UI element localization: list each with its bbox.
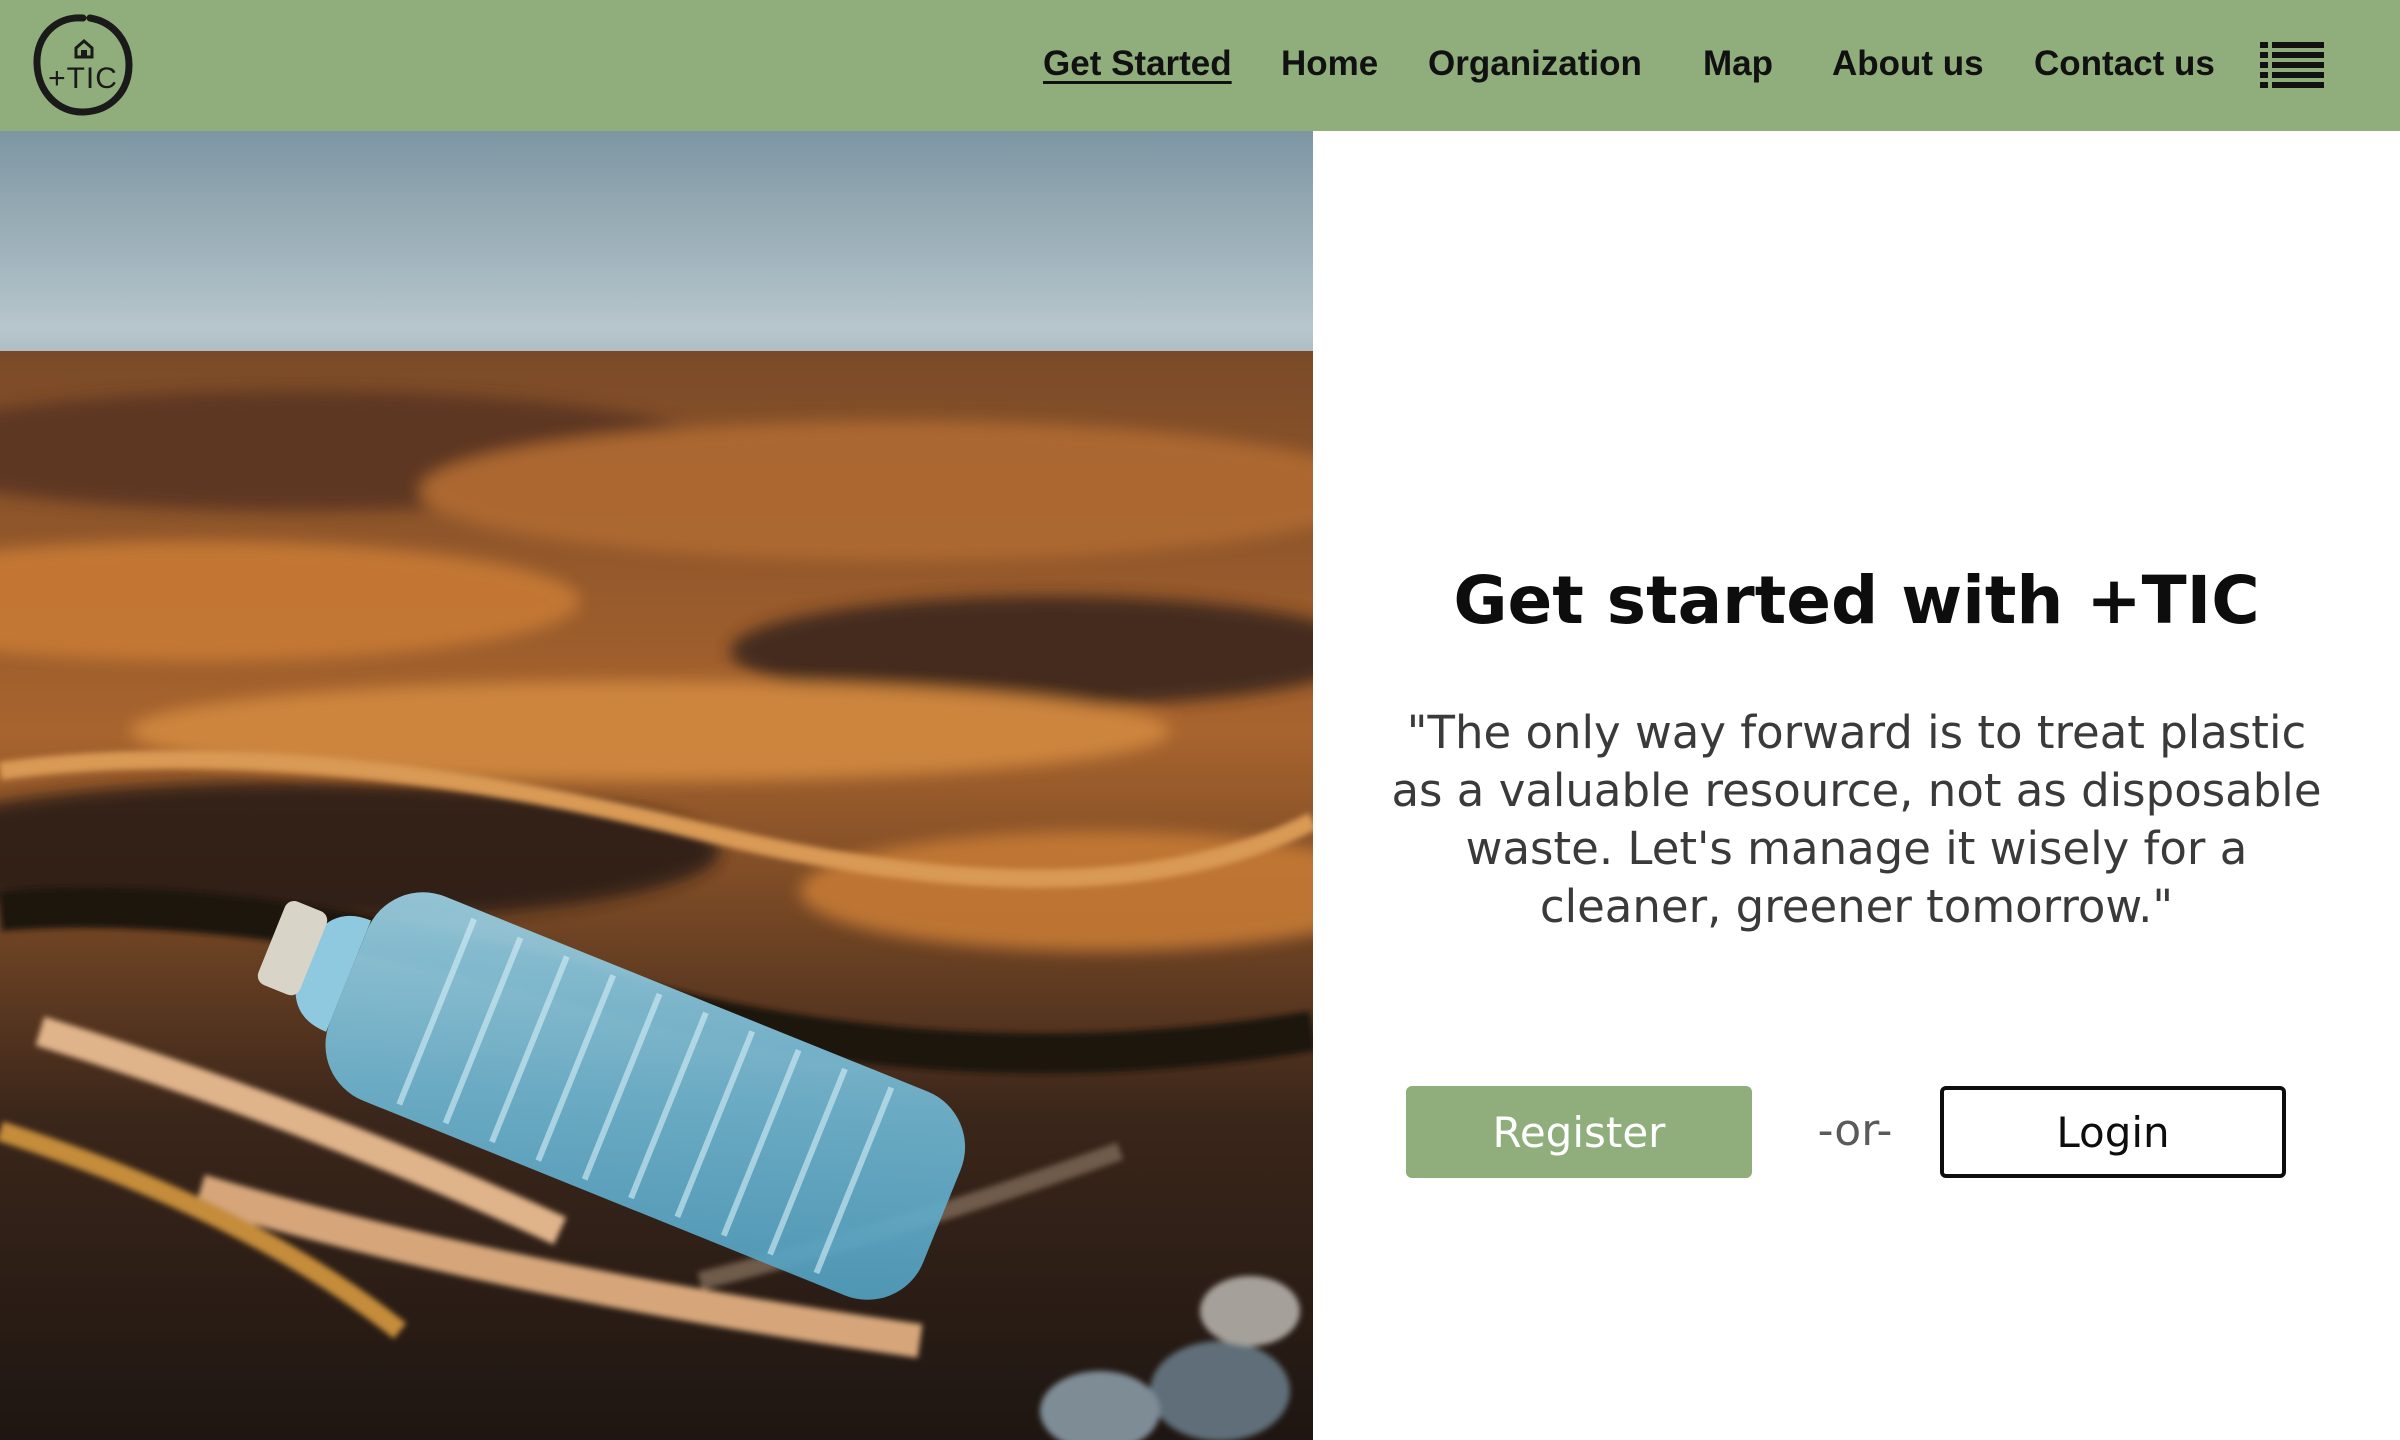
nav-contact-us[interactable]: Contact us [2034, 40, 2215, 88]
login-button[interactable]: Login [1940, 1086, 2286, 1178]
beach-photo-illustration [0, 131, 1313, 1440]
logo-text: +TIC [48, 62, 118, 95]
nav-home[interactable]: Home [1281, 40, 1378, 88]
quote-text: "The only way forward is to treat plasti… [1391, 706, 2322, 933]
hero-image-plastic-bottle-beach [0, 131, 1313, 1440]
nav-get-started[interactable]: Get Started [1043, 40, 1232, 88]
top-navbar: +TIC Get Started Home Organization Map A… [0, 0, 2400, 131]
register-button[interactable]: Register [1406, 1086, 1752, 1178]
list-menu-icon[interactable] [2260, 40, 2324, 90]
get-started-panel: Get started with +TIC "The only way forw… [1313, 131, 2400, 1440]
brand-logo[interactable]: +TIC [28, 12, 138, 120]
page-title: Get started with +TIC [1453, 562, 2260, 639]
or-separator: -or- [1817, 1105, 1893, 1156]
nav-organization[interactable]: Organization [1428, 40, 1642, 88]
nav-about-us[interactable]: About us [1832, 40, 1984, 88]
nav-map[interactable]: Map [1703, 40, 1773, 88]
